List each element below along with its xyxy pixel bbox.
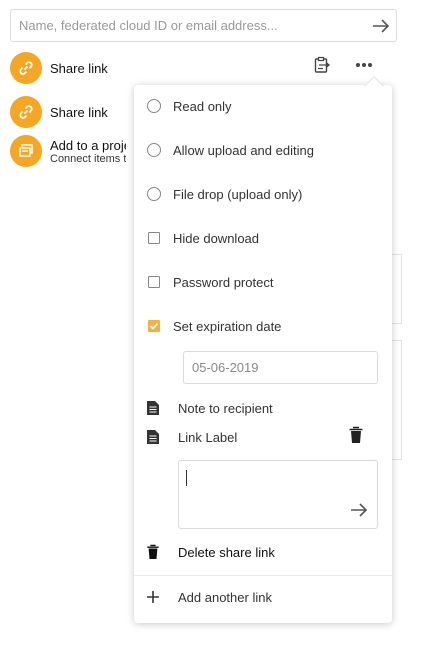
file-drop-radio[interactable]: [147, 187, 161, 201]
menu-divider: [134, 575, 392, 576]
read-only-label: Read only: [173, 98, 232, 114]
project-avatar: [10, 135, 42, 167]
read-only-option[interactable]: Read only: [146, 93, 380, 119]
project-text: Add to a project Connect items to a proj…: [42, 138, 126, 165]
arrow-right-icon: [373, 18, 390, 33]
more-icon: [356, 63, 372, 67]
note-textarea[interactable]: [178, 460, 378, 529]
read-only-radio[interactable]: [147, 99, 161, 113]
password-protect-checkbox[interactable]: [148, 276, 160, 288]
set-expiration-checkbox[interactable]: [148, 320, 160, 332]
trash-icon[interactable]: [348, 426, 364, 444]
share-link-title: Share link: [50, 60, 108, 76]
plus-icon: [147, 591, 159, 603]
clipboard-icon: [314, 56, 331, 73]
hide-download-checkbox[interactable]: [148, 232, 160, 244]
share-link-title: Share link: [50, 104, 108, 120]
document-icon: [147, 401, 159, 415]
link-label-option[interactable]: Link Label: [146, 424, 380, 450]
share-search-box[interactable]: [10, 9, 397, 42]
copy-link-button[interactable]: [312, 55, 332, 75]
hide-download-label: Hide download: [173, 230, 260, 246]
hide-download-option[interactable]: Hide download: [146, 225, 380, 251]
share-link-avatar: [10, 52, 42, 84]
share-search-input[interactable]: [19, 18, 366, 33]
search-submit-button[interactable]: [366, 11, 396, 41]
project-subtitle: Connect items to a project: [50, 152, 126, 165]
checkmark-icon: [149, 322, 159, 330]
set-expiration-label: Set expiration date: [173, 318, 282, 334]
link-label-label: Link Label: [178, 429, 238, 445]
project-title: Add to a project: [50, 137, 126, 153]
expiration-date-value: 05-06-2019: [192, 360, 259, 375]
arrow-right-icon: [351, 503, 368, 517]
link-icon: [19, 61, 33, 75]
share-link-actions: [312, 55, 374, 75]
allow-upload-radio[interactable]: [147, 143, 161, 157]
file-drop-label: File drop (upload only): [173, 186, 303, 202]
share-link-avatar: [10, 96, 42, 128]
document-icon: [147, 430, 159, 444]
password-protect-label: Password protect: [173, 274, 274, 290]
more-actions-button[interactable]: [354, 55, 374, 75]
delete-share-option[interactable]: Delete share link: [146, 539, 380, 565]
text-cursor: [186, 470, 187, 486]
file-drop-option[interactable]: File drop (upload only): [146, 181, 380, 207]
add-another-link-label: Add another link: [178, 589, 272, 605]
project-icon: [19, 144, 33, 157]
note-to-recipient-option[interactable]: Note to recipient: [146, 395, 380, 421]
allow-upload-option[interactable]: Allow upload and editing: [146, 137, 380, 163]
share-options-popover: Read only Allow upload and editing File …: [134, 85, 392, 623]
set-expiration-option[interactable]: Set expiration date: [146, 313, 380, 339]
trash-icon: [147, 544, 159, 559]
password-protect-option[interactable]: Password protect: [146, 269, 380, 295]
expiration-date-input[interactable]: 05-06-2019: [183, 351, 378, 384]
note-submit-button[interactable]: [348, 500, 370, 520]
allow-upload-label: Allow upload and editing: [173, 142, 314, 158]
link-icon: [19, 105, 33, 119]
note-to-recipient-label: Note to recipient: [178, 400, 273, 416]
add-another-link-option[interactable]: Add another link: [146, 584, 380, 610]
delete-share-label: Delete share link: [178, 544, 275, 560]
